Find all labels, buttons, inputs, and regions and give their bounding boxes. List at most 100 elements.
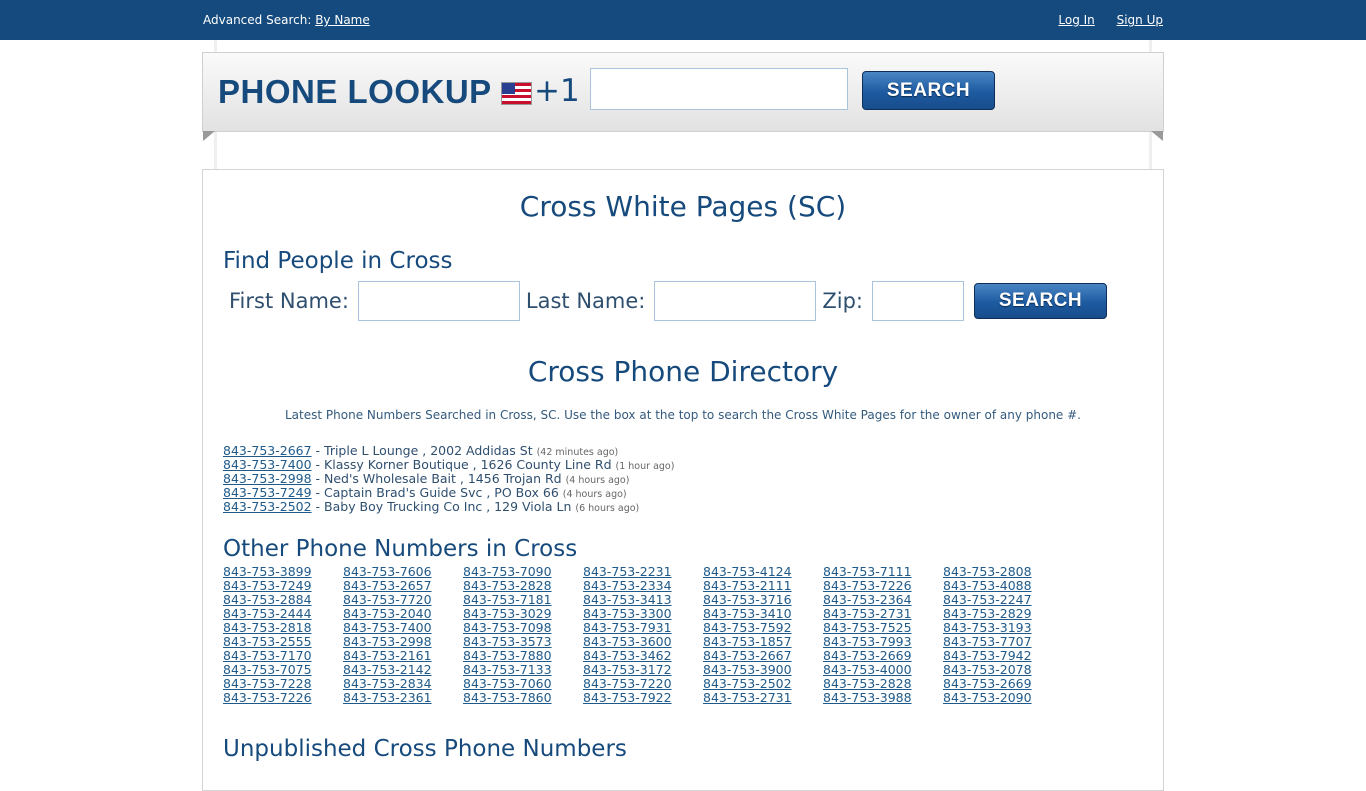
recent-phone-link[interactable]: 843-753-2667 — [223, 443, 312, 458]
recent-time-ago: (4 hours ago) — [565, 475, 630, 486]
phone-number-link[interactable]: 843-753-2161 — [343, 649, 463, 663]
phone-number-link[interactable]: 843-753-7860 — [463, 691, 583, 705]
phone-number-link[interactable]: 843-753-2657 — [343, 579, 463, 593]
by-name-link[interactable]: By Name — [315, 13, 370, 27]
phone-number-link[interactable]: 843-753-2231 — [583, 565, 703, 579]
country-code: +1 — [534, 73, 580, 109]
phone-number-link[interactable]: 843-753-2669 — [823, 649, 943, 663]
phone-number-link[interactable]: 843-753-3900 — [703, 663, 823, 677]
phone-number-link[interactable]: 843-753-7525 — [823, 621, 943, 635]
phone-number-link[interactable]: 843-753-7098 — [463, 621, 583, 635]
phone-number-link[interactable]: 843-753-1857 — [703, 635, 823, 649]
people-search-button[interactable]: SEARCH — [974, 283, 1107, 319]
phone-number-link[interactable]: 843-753-2669 — [943, 677, 1063, 691]
zip-input[interactable] — [872, 281, 964, 321]
phone-number-link[interactable]: 843-753-2828 — [463, 579, 583, 593]
phone-number-link[interactable]: 843-753-7226 — [823, 579, 943, 593]
recent-detail: - Captain Brad's Guide Svc , PO Box 66 — [311, 485, 559, 500]
phone-number-link[interactable]: 843-753-3413 — [583, 593, 703, 607]
phone-number-link[interactable]: 843-753-2808 — [943, 565, 1063, 579]
phone-number-link[interactable]: 843-753-3988 — [823, 691, 943, 705]
phone-number-link[interactable]: 843-753-4000 — [823, 663, 943, 677]
phone-number-link[interactable]: 843-753-2834 — [343, 677, 463, 691]
phone-number-link[interactable]: 843-753-3193 — [943, 621, 1063, 635]
phone-number-link[interactable]: 843-753-2334 — [583, 579, 703, 593]
phone-number-link[interactable]: 843-753-7060 — [463, 677, 583, 691]
recent-detail: - Triple L Lounge , 2002 Addidas St — [311, 443, 533, 458]
phone-number-link[interactable]: 843-753-3573 — [463, 635, 583, 649]
phone-number-link[interactable]: 843-753-2361 — [343, 691, 463, 705]
phone-number-link[interactable]: 843-753-2829 — [943, 607, 1063, 621]
phone-number-link[interactable]: 843-753-7228 — [223, 677, 343, 691]
last-name-input[interactable] — [654, 281, 817, 321]
recent-searches-list: 843-753-2667 - Triple L Lounge , 2002 Ad… — [223, 443, 675, 515]
phone-number-link[interactable]: 843-753-3600 — [583, 635, 703, 649]
phone-number-link[interactable]: 843-753-2502 — [703, 677, 823, 691]
phone-number-link[interactable]: 843-753-2111 — [703, 579, 823, 593]
first-name-input[interactable] — [357, 281, 520, 321]
phone-number-link[interactable]: 843-753-2555 — [223, 635, 343, 649]
phone-number-link[interactable]: 843-753-7249 — [223, 579, 343, 593]
advanced-search-label: Advanced Search: — [203, 13, 312, 27]
phone-number-link[interactable]: 843-753-2444 — [223, 607, 343, 621]
phone-number-link[interactable]: 843-753-7226 — [223, 691, 343, 705]
phone-number-link[interactable]: 843-753-2731 — [703, 691, 823, 705]
phone-number-link[interactable]: 843-753-7075 — [223, 663, 343, 677]
recent-phone-link[interactable]: 843-753-2998 — [223, 471, 312, 486]
phone-number-link[interactable]: 843-753-3410 — [703, 607, 823, 621]
phone-number-link[interactable]: 843-753-2078 — [943, 663, 1063, 677]
phone-number-link[interactable]: 843-753-2828 — [823, 677, 943, 691]
phone-number-link[interactable]: 843-753-2818 — [223, 621, 343, 635]
phone-search-input[interactable] — [590, 68, 848, 110]
phone-number-link[interactable]: 843-753-2040 — [343, 607, 463, 621]
phone-number-link[interactable]: 843-753-7170 — [223, 649, 343, 663]
us-flag-icon — [501, 82, 532, 105]
phone-number-link[interactable]: 843-753-7592 — [703, 621, 823, 635]
phone-number-link[interactable]: 843-753-7993 — [823, 635, 943, 649]
phone-number-link[interactable]: 843-753-7181 — [463, 593, 583, 607]
phone-number-link[interactable]: 843-753-2667 — [703, 649, 823, 663]
recent-time-ago: (1 hour ago) — [615, 461, 675, 472]
phone-number-link[interactable]: 843-753-7111 — [823, 565, 943, 579]
phone-number-link[interactable]: 843-753-2247 — [943, 593, 1063, 607]
phone-number-link[interactable]: 843-753-3300 — [583, 607, 703, 621]
phone-number-link[interactable]: 843-753-3172 — [583, 663, 703, 677]
phone-number-link[interactable]: 843-753-3899 — [223, 565, 343, 579]
page-title: Cross White Pages (SC) — [519, 190, 847, 223]
phone-search-button[interactable]: SEARCH — [862, 71, 995, 110]
recent-phone-link[interactable]: 843-753-2502 — [223, 499, 312, 514]
phone-number-link[interactable]: 843-753-2998 — [343, 635, 463, 649]
phone-number-link[interactable]: 843-753-7606 — [343, 565, 463, 579]
phone-number-link[interactable]: 843-753-7880 — [463, 649, 583, 663]
recent-phone-link[interactable]: 843-753-7400 — [223, 457, 312, 472]
phone-number-link[interactable]: 843-753-7400 — [343, 621, 463, 635]
phone-number-link[interactable]: 843-753-2364 — [823, 593, 943, 607]
phone-number-link[interactable]: 843-753-7220 — [583, 677, 703, 691]
phone-number-link[interactable]: 843-753-7942 — [943, 649, 1063, 663]
login-link[interactable]: Log In — [1058, 13, 1094, 27]
find-people-heading: Find People in Cross — [223, 248, 453, 274]
phone-number-link[interactable]: 843-753-7133 — [463, 663, 583, 677]
phone-number-link[interactable]: 843-753-2090 — [943, 691, 1063, 705]
signup-link[interactable]: Sign Up — [1117, 13, 1163, 27]
find-people-form: First Name: Last Name: Zip: SEARCH — [229, 280, 1107, 322]
directory-title: Cross Phone Directory — [527, 355, 839, 388]
recent-phone-link[interactable]: 843-753-7249 — [223, 485, 312, 500]
recent-detail: - Baby Boy Trucking Co Inc , 129 Viola L… — [311, 499, 572, 514]
phone-number-link[interactable]: 843-753-7707 — [943, 635, 1063, 649]
phone-number-link[interactable]: 843-753-4088 — [943, 579, 1063, 593]
phone-number-link[interactable]: 843-753-2142 — [343, 663, 463, 677]
phone-number-link[interactable]: 843-753-3462 — [583, 649, 703, 663]
site-logo[interactable]: PHONE LOOKUP — [218, 73, 492, 111]
phone-number-link[interactable]: 843-753-7090 — [463, 565, 583, 579]
phone-number-link[interactable]: 843-753-2731 — [823, 607, 943, 621]
phone-number-link[interactable]: 843-753-2884 — [223, 593, 343, 607]
phone-number-link[interactable]: 843-753-7922 — [583, 691, 703, 705]
phone-number-link[interactable]: 843-753-3716 — [703, 593, 823, 607]
phone-number-link[interactable]: 843-753-7931 — [583, 621, 703, 635]
phone-number-link[interactable]: 843-753-4124 — [703, 565, 823, 579]
recent-detail: - Ned's Wholesale Bait , 1456 Trojan Rd — [311, 471, 562, 486]
phone-number-link[interactable]: 843-753-3029 — [463, 607, 583, 621]
unpublished-heading: Unpublished Cross Phone Numbers — [223, 736, 627, 762]
phone-number-link[interactable]: 843-753-7720 — [343, 593, 463, 607]
